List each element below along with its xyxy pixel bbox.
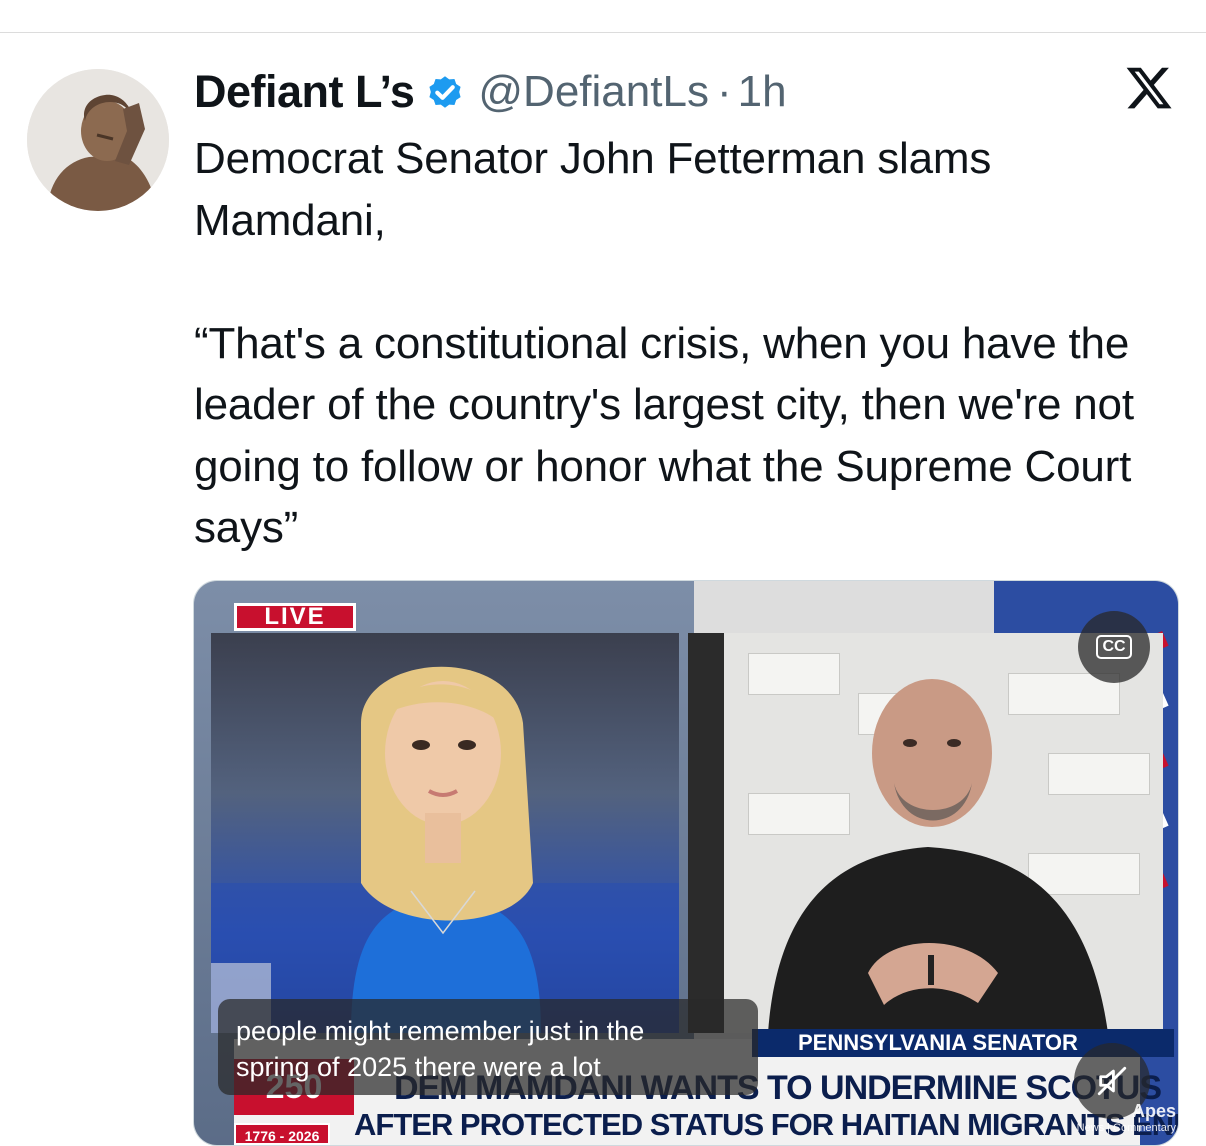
host-video-panel: [211, 633, 679, 1033]
handle[interactable]: @DefiantLs: [478, 67, 709, 117]
post-text: Democrat Senator John Fetterman slams Ma…: [194, 134, 1134, 552]
closed-captions-icon: CC: [1096, 635, 1132, 659]
avatar-image: [27, 69, 169, 211]
senator-image: [768, 679, 1108, 1033]
live-badge: LIVE: [234, 603, 356, 631]
avatar[interactable]: [27, 69, 169, 211]
chyron-headline-line2: AFTER PROTECTED STATUS FOR HAITIAN MIGRA…: [354, 1107, 1179, 1142]
top-divider: [0, 32, 1206, 33]
video-caption: people might remember just in the spring…: [218, 999, 758, 1095]
display-name[interactable]: Defiant L’s: [194, 66, 415, 118]
timestamp[interactable]: 1h: [738, 67, 787, 117]
video-player[interactable]: LIVE CC PENNSYLVANIA SENATOR DEM MAMDANI…: [193, 580, 1179, 1146]
watermark: Apes News | Commentary: [1064, 1101, 1176, 1134]
separator-dot: ·: [716, 67, 732, 116]
x-logo-icon[interactable]: [1122, 63, 1176, 113]
chyron-years: 1776 - 2026: [234, 1123, 330, 1145]
guest-video-panel: [688, 633, 1163, 1033]
watermark-text: Apes: [1131, 1101, 1176, 1121]
muted-speaker-icon: [1097, 1066, 1127, 1096]
verified-badge-icon: [429, 76, 461, 108]
news-anchor-image: [211, 666, 679, 1033]
watermark-subtext: News | Commentary: [1076, 1122, 1176, 1134]
captions-button[interactable]: CC: [1078, 611, 1150, 683]
